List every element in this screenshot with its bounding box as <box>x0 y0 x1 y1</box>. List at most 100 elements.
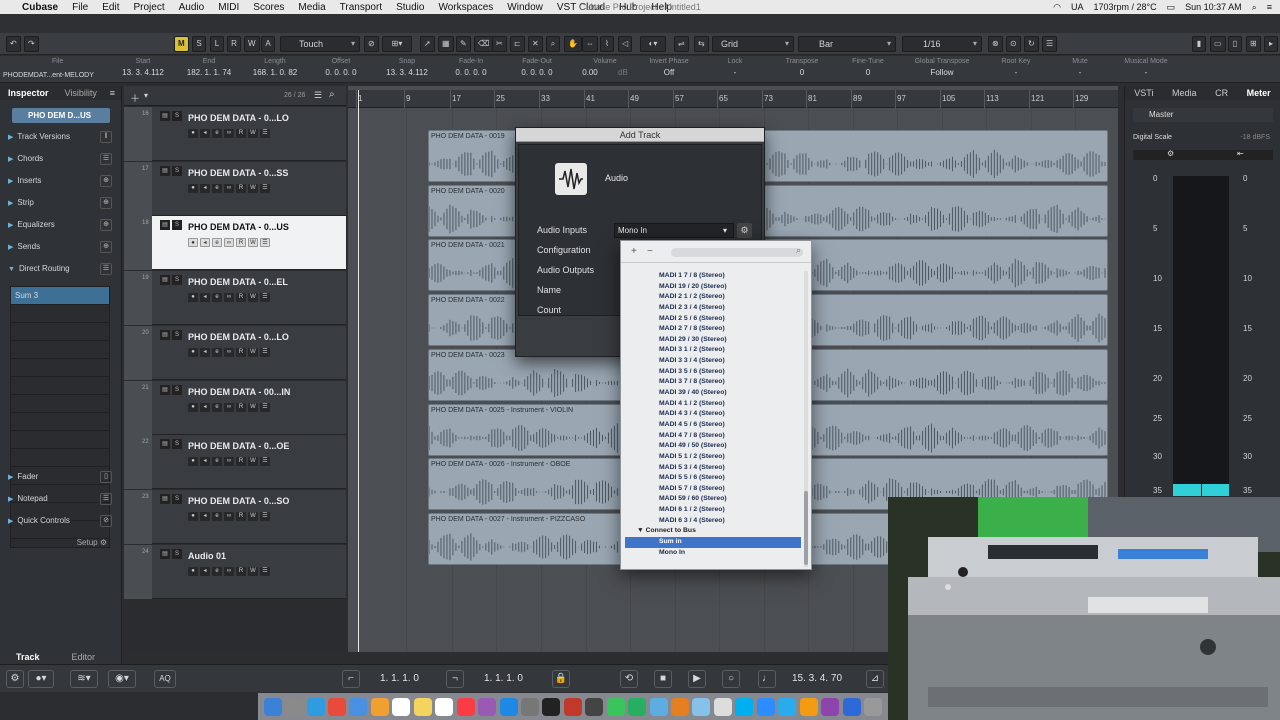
lanes-icon[interactable]: ☰ <box>260 293 270 303</box>
time-warp-tool-icon[interactable]: ⌇ <box>600 36 614 52</box>
reminders-icon[interactable] <box>435 697 454 716</box>
play-tool-icon[interactable]: ◁ <box>618 36 633 52</box>
layout-icon[interactable]: ⊞ <box>1246 36 1261 52</box>
monitor-icon[interactable]: ◂ <box>200 183 210 193</box>
read-icon[interactable]: R <box>236 566 246 576</box>
link-icon[interactable]: ∞ <box>224 293 234 303</box>
bus-item[interactable]: MADI 5 7 / 8 (Stereo) <box>625 484 801 495</box>
punch-lock-icon[interactable]: 🔒 <box>552 670 570 688</box>
chrome-icon[interactable] <box>328 697 347 716</box>
info-fade-out[interactable]: Fade-Out 0. 0. 0. 0 <box>514 58 560 77</box>
bus-item[interactable]: MADI 5 5 / 6 (Stereo) <box>625 473 801 484</box>
info-snap[interactable]: Snap 13. 3. 4.112 <box>382 58 432 77</box>
setup-link[interactable]: Setup ⚙ <box>77 538 107 547</box>
bus-item[interactable]: MADI 19 / 20 (Stereo) <box>625 282 801 293</box>
bus-item[interactable]: MADI 6 3 / 4 (Stereo) <box>625 516 801 527</box>
write-icon[interactable]: W <box>248 183 258 193</box>
edit-icon[interactable]: e <box>212 402 222 412</box>
mute-icon[interactable]: ▤ <box>160 384 170 395</box>
bus-item[interactable]: MADI 1 7 / 8 (Stereo) <box>625 271 801 282</box>
podcasts-icon[interactable] <box>478 697 497 716</box>
telegram-icon[interactable] <box>778 697 797 716</box>
strip-bypass-icon[interactable]: ⊕ <box>100 197 112 209</box>
section-fader[interactable]: ▶ Fader ▯ <box>8 468 112 486</box>
menu-edit[interactable]: Edit <box>102 2 119 13</box>
preview-icon[interactable] <box>692 697 711 716</box>
setup-icon[interactable]: ▸ <box>1264 36 1278 52</box>
system-preferences-icon[interactable] <box>520 697 539 716</box>
ruler[interactable]: 1 9 17 25 33 41 49 57 65 73 81 89 97 105 113 121 129 <box>348 90 1118 108</box>
safari-icon[interactable] <box>306 697 325 716</box>
calendar-icon[interactable] <box>392 697 411 716</box>
bus-item[interactable]: MADI 4 5 / 6 (Stereo) <box>625 420 801 431</box>
scrollbar-thumb[interactable] <box>804 491 808 565</box>
record-enable-icon[interactable]: ● <box>188 566 198 576</box>
right-zone-icon[interactable]: ▯ <box>1228 36 1242 52</box>
quantize-settings-icon[interactable]: ⊙ <box>1006 36 1021 52</box>
record-enable-icon[interactable]: ● <box>188 511 198 521</box>
bus-item[interactable]: MADI 49 / 50 (Stereo) <box>625 441 801 452</box>
track-name[interactable]: PHO DEM DATA - 0...US <box>188 222 289 232</box>
facetime-icon[interactable] <box>628 697 647 716</box>
record-enable-icon[interactable]: ● <box>188 347 198 357</box>
tab-media[interactable]: Media <box>1172 86 1197 100</box>
hand-tool-icon[interactable]: ✋ <box>564 36 582 52</box>
record-icon[interactable]: ○ <box>722 670 740 688</box>
menu-hub[interactable]: Hub <box>619 2 637 13</box>
track-row[interactable]: 21 ▤ S PHO DEM DATA - 00...IN ● ◂ e ∞ R W ☰ <box>124 380 346 435</box>
books-icon[interactable] <box>671 697 690 716</box>
marker-icon[interactable]: ⊿ <box>866 670 884 688</box>
menu-workspaces[interactable]: Workspaces <box>438 2 493 13</box>
menu-audio[interactable]: Audio <box>179 2 205 13</box>
section-direct-routing[interactable]: ▼ Direct Routing ☰ <box>8 260 112 278</box>
bus-item[interactable]: MADI 2 3 / 4 (Stereo) <box>625 303 801 314</box>
menu-file[interactable]: File <box>72 2 88 13</box>
solo-icon[interactable]: S <box>172 220 182 231</box>
read-icon[interactable]: R <box>236 238 246 248</box>
info-mute[interactable]: Mute - <box>1064 58 1096 77</box>
track-row[interactable]: 20 ▤ S PHO DEM DATA - 0...LO ● ◂ e ∞ R W ☰ <box>124 325 346 380</box>
solo-icon[interactable]: S <box>172 275 182 286</box>
wifi-icon[interactable]: ◠ <box>1053 2 1061 13</box>
section-equalizers[interactable]: ▶ Equalizers ⊕ <box>8 216 112 234</box>
write-icon[interactable]: W <box>248 457 258 467</box>
edit-icon[interactable]: e <box>212 238 222 248</box>
info-invert-phase[interactable]: Invert Phase Off <box>644 58 694 77</box>
messages-icon[interactable] <box>606 697 625 716</box>
record-enable-icon[interactable]: ● <box>188 293 198 303</box>
photoshop-icon[interactable] <box>842 697 861 716</box>
info-file[interactable]: File <box>52 58 63 68</box>
track-row[interactable]: 16 ▤ S PHO DEM DATA - 0...LO ● ◂ e ∞ R W ☰ <box>124 107 346 161</box>
lanes-icon[interactable]: ☰ <box>260 238 270 248</box>
track-name[interactable]: PHO DEM DATA - 0...SO <box>188 496 289 506</box>
read-icon[interactable]: R <box>236 183 246 193</box>
activity-monitor-icon[interactable] <box>585 697 604 716</box>
track-row[interactable]: 23 ▤ S PHO DEM DATA - 0...SO ● ◂ e ∞ R W ☰ <box>124 489 346 544</box>
mute-icon[interactable]: ▤ <box>160 165 170 176</box>
solo-icon[interactable]: S <box>172 548 182 559</box>
link-icon[interactable]: ∞ <box>224 402 234 412</box>
write-icon[interactable]: W <box>248 347 258 357</box>
track-row[interactable]: 19 ▤ S PHO DEM DATA - 0...EL ● ◂ e ∞ R W ☰ <box>124 271 346 326</box>
link-icon[interactable]: ∞ <box>224 511 234 521</box>
remove-bus-button[interactable]: − <box>647 246 653 257</box>
write-icon[interactable]: W <box>248 566 258 576</box>
link-icon[interactable]: ∞ <box>224 457 234 467</box>
lanes-icon[interactable]: ☰ <box>260 129 270 138</box>
tab-cr[interactable]: CR <box>1215 86 1228 100</box>
tab-meter[interactable]: Meter <box>1247 86 1271 100</box>
menu-studio[interactable]: Studio <box>396 2 424 13</box>
tab-track[interactable]: Track <box>8 650 48 664</box>
solo-icon[interactable]: S <box>172 111 182 121</box>
solo-icon[interactable]: S <box>172 384 182 395</box>
bus-item[interactable]: MADI 6 1 / 2 (Stereo) <box>625 505 801 516</box>
inspector-track-name[interactable]: PHO DEM D...US <box>12 108 110 123</box>
mode-a-button[interactable]: A <box>261 36 275 52</box>
right-locator-value[interactable]: 1. 1. 1. 0 <box>484 673 523 684</box>
write-icon[interactable]: W <box>248 238 258 248</box>
photos-icon[interactable] <box>370 697 389 716</box>
premiere-icon[interactable] <box>821 697 840 716</box>
sends-bypass-icon[interactable]: ⊕ <box>100 241 112 253</box>
bus-item[interactable]: MADI 4 1 / 2 (Stereo) <box>625 399 801 410</box>
mute-icon[interactable]: ▤ <box>160 111 170 121</box>
